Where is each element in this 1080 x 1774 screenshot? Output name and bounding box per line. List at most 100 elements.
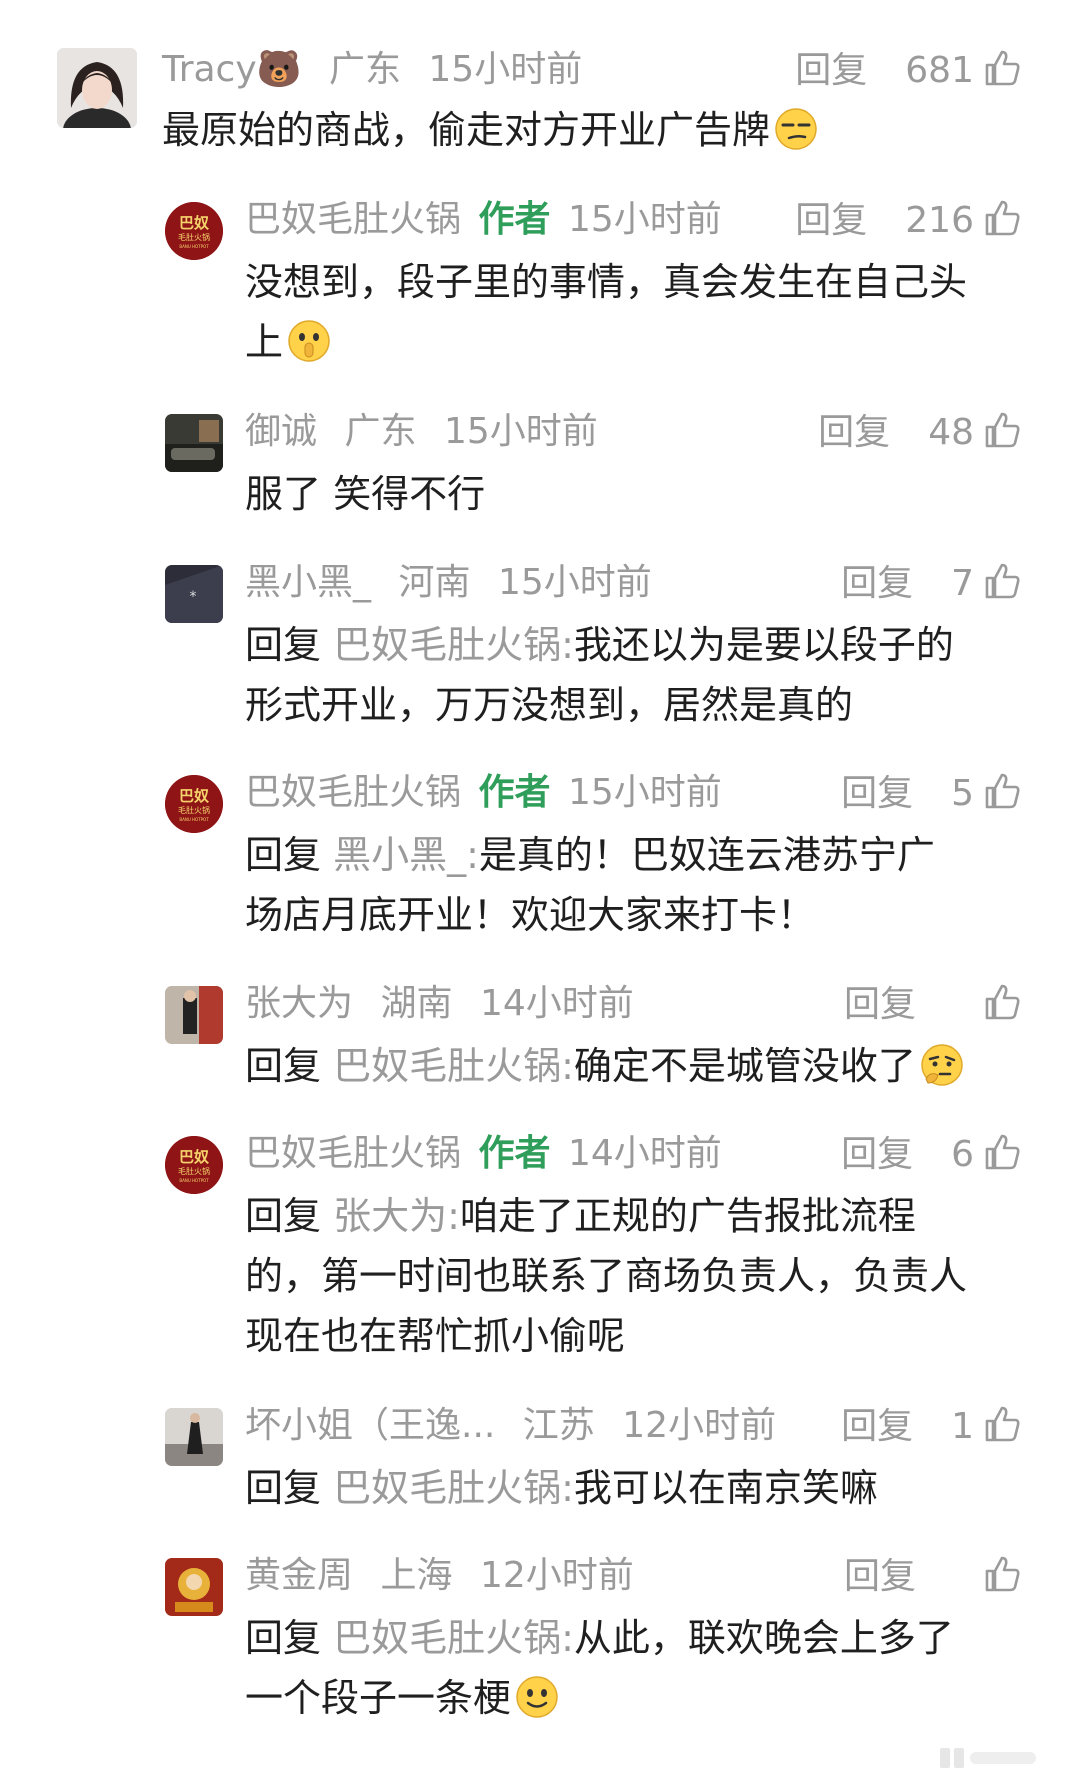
- reply-target[interactable]: 张大为:: [333, 1194, 460, 1238]
- comment-item: 巴奴 毛肚火锅 BANU HOTPOT 巴奴毛肚火锅 作者 15小时前 回复 5 回复…: [0, 771, 1080, 941]
- comment-actions: 回复 6: [841, 1132, 1022, 1176]
- svg-text:*: *: [190, 589, 197, 605]
- like-count: 1: [951, 1406, 974, 1447]
- thumbs-up-icon[interactable]: [982, 198, 1022, 238]
- thumbs-up-icon[interactable]: [982, 771, 1022, 811]
- thumbs-up-icon[interactable]: [982, 982, 1022, 1022]
- timestamp: 15小时前: [567, 772, 722, 813]
- svg-text:巴奴: 巴奴: [179, 787, 209, 805]
- timestamp: 14小时前: [479, 983, 634, 1024]
- thumbs-up-icon[interactable]: [982, 1404, 1022, 1444]
- region: 广东: [344, 411, 417, 452]
- region: 广东: [328, 49, 401, 90]
- avatar[interactable]: 巴奴 毛肚火锅 BANU HOTPOT: [165, 775, 223, 833]
- timestamp: 15小时前: [443, 411, 598, 452]
- thumbs-up-icon[interactable]: [982, 561, 1022, 601]
- shushing-emoji-icon: [287, 319, 331, 363]
- avatar[interactable]: 巴奴 毛肚火锅 BANU HOTPOT: [165, 202, 223, 260]
- username[interactable]: 巴奴毛肚火锅: [245, 772, 461, 813]
- reply-button[interactable]: 回复: [841, 563, 913, 604]
- thinking-emoji-icon: [920, 1043, 964, 1087]
- avatar[interactable]: 巴奴 毛肚火锅 BANU HOTPOT: [165, 1136, 223, 1194]
- username[interactable]: 黑小黑_: [245, 562, 371, 603]
- reply-button[interactable]: 回复: [841, 1406, 913, 1447]
- reply-button[interactable]: 回复: [795, 50, 867, 91]
- svg-text:BANU HOTPOT: BANU HOTPOT: [179, 817, 209, 822]
- timestamp: 14小时前: [567, 1133, 722, 1174]
- username[interactable]: 御诚: [245, 411, 317, 452]
- username[interactable]: 巴奴毛肚火锅: [245, 1133, 461, 1174]
- thumbs-up-icon[interactable]: [982, 410, 1022, 450]
- comment-actions: 回复 5: [841, 771, 1022, 815]
- comment-actions: 回复 681: [795, 48, 1022, 92]
- reply-button[interactable]: 回复: [841, 1134, 913, 1175]
- svg-text:毛肚火锅: 毛肚火锅: [178, 805, 210, 815]
- svg-text:毛肚火锅: 毛肚火锅: [178, 232, 210, 242]
- avatar[interactable]: *: [165, 565, 223, 623]
- comment-actions: 回复 216: [795, 198, 1022, 242]
- comment-text: 没想到，段子里的事情，真会发生在自己头 上: [245, 260, 968, 364]
- reply-target[interactable]: 巴奴毛肚火锅:: [333, 1044, 574, 1088]
- comment-text: 回复 巴奴毛肚火锅:确定不是城管没收了: [245, 1036, 964, 1096]
- comment-meta: 黑小黑_ 河南 15小时前: [245, 561, 652, 605]
- comment-item: 巴奴 毛肚火锅 BANU HOTPOT 巴奴毛肚火锅 作者 14小时前 回复 6 回复…: [0, 1132, 1080, 1362]
- comment-meta: 巴奴毛肚火锅 作者 14小时前: [245, 1132, 722, 1176]
- username[interactable]: 黄金周: [245, 1555, 353, 1596]
- username[interactable]: 巴奴毛肚火锅: [245, 199, 461, 240]
- comment-meta: Tracy🐻 广东 15小时前: [162, 48, 582, 92]
- like-count: 216: [905, 200, 974, 241]
- avatar[interactable]: [165, 1558, 223, 1616]
- comment-item: 张大为 湖南 14小时前 回复 回复 巴奴毛肚火锅:确定不是城管没收了: [0, 982, 1080, 1092]
- comment-meta: 御诚 广东 15小时前: [245, 410, 598, 454]
- timestamp: 15小时前: [497, 562, 652, 603]
- thumbs-up-icon[interactable]: [982, 48, 1022, 88]
- author-tag: 作者: [478, 772, 551, 813]
- avatar[interactable]: [165, 986, 223, 1044]
- comment-meta: 坏小姐（王逸... 江苏 12小时前: [245, 1404, 776, 1448]
- like-count: 7: [951, 563, 974, 604]
- comment-item: 坏小姐（王逸... 江苏 12小时前 回复 1 回复 巴奴毛肚火锅:我可以在南京笑…: [0, 1404, 1080, 1514]
- username[interactable]: Tracy🐻: [162, 49, 301, 90]
- username[interactable]: 坏小姐（王逸...: [245, 1405, 495, 1446]
- region: 湖南: [380, 983, 453, 1024]
- region: 江苏: [522, 1405, 595, 1446]
- comment-text: 回复 巴奴毛肚火锅:我可以在南京笑嘛: [245, 1466, 878, 1510]
- comment-meta: 巴奴毛肚火锅 作者 15小时前: [245, 771, 722, 815]
- comment-meta: 黄金周 上海 12小时前: [245, 1554, 634, 1598]
- watermark-icon: [940, 1744, 1040, 1770]
- reply-target[interactable]: 巴奴毛肚火锅:: [333, 1466, 574, 1510]
- reply-button[interactable]: 回复: [841, 773, 913, 814]
- timestamp: 12小时前: [622, 1405, 777, 1446]
- like-count: 5: [951, 773, 974, 814]
- thumbs-up-icon[interactable]: [982, 1554, 1022, 1594]
- svg-text:BANU HOTPOT: BANU HOTPOT: [179, 244, 209, 249]
- reply-button[interactable]: 回复: [844, 1556, 916, 1597]
- reply-button[interactable]: 回复: [818, 412, 890, 453]
- avatar[interactable]: [57, 48, 137, 128]
- thumbs-up-icon[interactable]: [982, 1132, 1022, 1172]
- username[interactable]: 张大为: [245, 983, 353, 1024]
- comment-actions: 回复 7: [841, 561, 1022, 605]
- svg-text:毛肚火锅: 毛肚火锅: [178, 1166, 210, 1176]
- comment-meta: 巴奴毛肚火锅 作者 15小时前: [245, 198, 722, 242]
- smirk-emoji-icon: [774, 107, 818, 151]
- reply-button[interactable]: 回复: [795, 200, 867, 241]
- reply-target[interactable]: 巴奴毛肚火锅:: [333, 1616, 574, 1660]
- comment-actions: 回复: [844, 982, 1022, 1026]
- comment-item: 巴奴 毛肚火锅 BANU HOTPOT 巴奴毛肚火锅 作者 15小时前 回复 216 …: [0, 198, 1080, 368]
- like-count: 48: [928, 412, 974, 453]
- comment-actions: 回复 1: [841, 1404, 1022, 1448]
- avatar[interactable]: [165, 414, 223, 472]
- svg-text:BANU HOTPOT: BANU HOTPOT: [179, 1178, 209, 1183]
- reply-button[interactable]: 回复: [844, 984, 916, 1025]
- comment-text: 回复 黑小黑_:是真的！巴奴连云港苏宁广 场店月底开业！欢迎大家来打卡！: [245, 833, 935, 937]
- comment-item: Tracy🐻 广东 15小时前 回复 681 最原始的商战，偷走对方开业广告牌: [0, 48, 1080, 168]
- comment-text: 最原始的商战，偷走对方开业广告牌: [162, 100, 818, 160]
- region: 上海: [380, 1555, 453, 1596]
- comment-item: 黄金周 上海 12小时前 回复 回复 巴奴毛肚火锅:从此，联欢晚会上多了 一个段…: [0, 1554, 1080, 1724]
- comment-text: 回复 巴奴毛肚火锅:从此，联欢晚会上多了 一个段子一条梗: [245, 1616, 954, 1720]
- reply-target[interactable]: 黑小黑_:: [333, 833, 479, 877]
- reply-target[interactable]: 巴奴毛肚火锅:: [333, 623, 574, 667]
- avatar[interactable]: [165, 1408, 223, 1466]
- comment-meta: 张大为 湖南 14小时前: [245, 982, 634, 1026]
